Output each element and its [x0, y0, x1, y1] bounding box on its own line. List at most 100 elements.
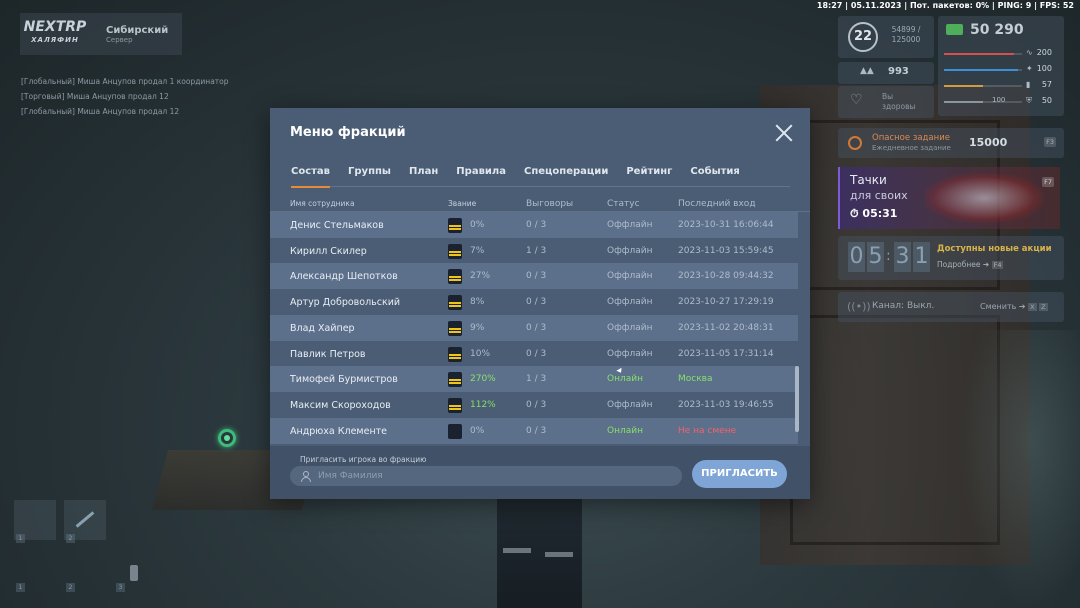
chat-line: [Глобальный] Миша Анцупов продал 1 коорд…: [21, 77, 229, 86]
member-status: Оффлайн: [607, 348, 653, 359]
timer-digit: 1: [913, 242, 930, 272]
logo-mark-bottom: ХАЛЯФИН: [31, 36, 79, 44]
bottle-icon: [130, 565, 138, 581]
rank-progress: 112%: [470, 399, 496, 410]
scrollbar[interactable]: [795, 366, 799, 432]
member-last-login: 2023-11-02 20:48:31: [678, 322, 774, 333]
stat-value: 50: [1041, 96, 1052, 105]
promo-timer: ⏱ 05:31: [850, 207, 898, 220]
column-rank[interactable]: Звание: [448, 199, 476, 208]
column-last-login[interactable]: Последний вход: [678, 199, 756, 209]
offers-details[interactable]: Подробнее ➔ F4: [937, 260, 1004, 269]
offers-title: Доступны новые акции: [937, 244, 1052, 254]
member-warnings: 0 / 3: [526, 220, 547, 230]
stat-bar: [944, 101, 1022, 103]
member-status: Онлайн: [607, 374, 643, 385]
quest-reward: 15000: [969, 136, 1008, 149]
tab-groups[interactable]: Группы: [348, 166, 391, 187]
radio-key-z: Z: [1039, 303, 1048, 311]
member-name: Денис Стельмаков: [290, 220, 384, 231]
table-row[interactable]: Кирилл Скилер 7% 1 / 3 Оффлайн 2023-11-03 15…: [270, 238, 798, 264]
table-row[interactable]: Тимофей Бурмистров 270% 1 / 3 Онлайн Москва: [270, 366, 798, 393]
heart-icon: ♡: [850, 92, 863, 108]
timer-digit: 5: [867, 242, 884, 272]
promo-banner[interactable]: Тачки для своих ⏱ 05:31 F7: [838, 167, 1060, 229]
tab-members[interactable]: Состав: [291, 166, 331, 188]
rank-progress: 9%: [470, 322, 485, 333]
money-panel: 50 290 ∿ 200 ✦ 100 ▮ 57 ⛨ 50 100: [938, 16, 1064, 116]
rank-icon: [448, 346, 462, 362]
health-status: Вы здоровы: [882, 92, 916, 111]
timer-digit: 3: [894, 242, 911, 272]
rank-progress: 0%: [470, 425, 485, 436]
member-name: Тимофей Бурмистров: [290, 374, 398, 386]
member-last-login: 2023-11-03 15:59:45: [678, 245, 774, 256]
quest-subtitle: Ежедневное задание: [872, 144, 951, 152]
logo-mark: NEXTRP ХАЛЯФИН: [20, 19, 90, 47]
radio-key-x: X: [1028, 303, 1037, 311]
table-row[interactable]: Максим Скороходов 112% 0 / 3 Оффлайн 2023-11…: [270, 392, 798, 418]
level-panel: 22 54899 / 125000: [838, 16, 934, 58]
stat-row: ∿ 200: [944, 48, 1060, 60]
stat-value: 100: [1036, 64, 1052, 73]
chat-line: [Торговый] Миша Анцупов продал 12: [21, 92, 169, 101]
tab-rating[interactable]: Рейтинг: [626, 166, 672, 187]
member-status: Оффлайн: [607, 322, 653, 333]
stat-value: 200: [1036, 48, 1052, 57]
table-row[interactable]: Андрюха Клементе 0% 0 / 3 Онлайн Не на смене: [270, 417, 798, 444]
member-name: Александр Шепотков: [290, 271, 398, 283]
invite-name-input[interactable]: Имя Фамилия: [290, 466, 682, 486]
member-warnings: 0 / 3: [526, 271, 547, 282]
rank-icon: [448, 423, 462, 439]
tab-plan[interactable]: План: [409, 166, 438, 187]
tab-special-ops[interactable]: Спецоперации: [524, 166, 608, 187]
slot-number: 1: [16, 583, 25, 592]
table-row[interactable]: Артур Добровольский 8% 0 / 3 Оффлайн 2023-10…: [270, 289, 798, 315]
member-name: Максим Скороходов: [290, 399, 391, 411]
food-icon: ▮: [1026, 80, 1031, 89]
level-badge: 22: [848, 22, 878, 52]
modal-title: Меню фракций: [290, 125, 406, 140]
cars-image: [924, 173, 1044, 223]
member-warnings: 0 / 3: [526, 297, 547, 308]
table-row[interactable]: Денис Стельмаков 0% 0 / 3 Оффлайн 2023-10-31…: [270, 212, 798, 238]
column-warnings[interactable]: Выговоры: [526, 199, 573, 209]
table-row[interactable]: Александр Шепотков 27% 0 / 3 Оффлайн 2023-10…: [270, 263, 798, 290]
tab-rules[interactable]: Правила: [456, 166, 506, 187]
money-icon: [946, 24, 963, 35]
rank-progress: 10%: [470, 348, 491, 359]
chat-log: [Глобальный] Миша Анцупов продал 1 коорд…: [21, 74, 229, 119]
member-status: Оффлайн: [607, 297, 653, 308]
quest-panel[interactable]: Опасное задание Ежедневное задание 15000…: [838, 128, 1064, 158]
rank-icon: [448, 397, 462, 413]
invite-button[interactable]: ПРИГЛАСИТЬ: [692, 460, 787, 488]
table-row[interactable]: Павлик Петров 10% 0 / 3 Оффлайн 2023-11-05 1…: [270, 341, 798, 367]
rank-icon: [448, 218, 462, 233]
tab-bar: Состав Группы План Правила Спецоперации …: [291, 166, 790, 188]
member-name: Павлик Петров: [290, 348, 366, 360]
server-name: Сибирский: [106, 24, 169, 36]
column-status[interactable]: Статус: [607, 199, 640, 209]
rank-icon: [448, 269, 462, 285]
radio-icon: ((•)): [847, 300, 871, 313]
quest-hotkey: F3: [1044, 137, 1056, 147]
column-name[interactable]: Имя сотрудника: [290, 199, 355, 208]
tab-events[interactable]: События: [690, 166, 739, 187]
offers-panel[interactable]: 0 5 : 3 1 Доступны новые акции Подробнее…: [838, 236, 1064, 280]
invite-footer: Пригласить игрока во фракцию Имя Фамилия…: [270, 446, 810, 499]
member-status: Оффлайн: [607, 245, 653, 256]
member-last-login: 2023-10-28 09:44:32: [678, 271, 774, 282]
armor-icon: ⛨: [1026, 96, 1032, 105]
faction-menu-modal: Меню фракций Состав Группы План Правила …: [270, 108, 810, 499]
slot-number: 2: [66, 534, 75, 543]
radio-switch[interactable]: Сменить ➔ X Z: [980, 302, 1048, 311]
table-row[interactable]: Влад Хайпер 9% 0 / 3 Оффлайн 2023-11-02 20:4…: [270, 314, 798, 341]
radio-switch-label: Сменить: [980, 302, 1017, 311]
member-name: Влад Хайпер: [290, 322, 355, 334]
slot-number: 3: [116, 583, 125, 592]
logo-mark-top: NEXTRP: [23, 19, 87, 35]
interaction-marker-icon[interactable]: [218, 429, 236, 447]
close-icon[interactable]: [775, 124, 793, 142]
member-status: Оффлайн: [607, 399, 653, 410]
rank-icon: [448, 372, 462, 388]
